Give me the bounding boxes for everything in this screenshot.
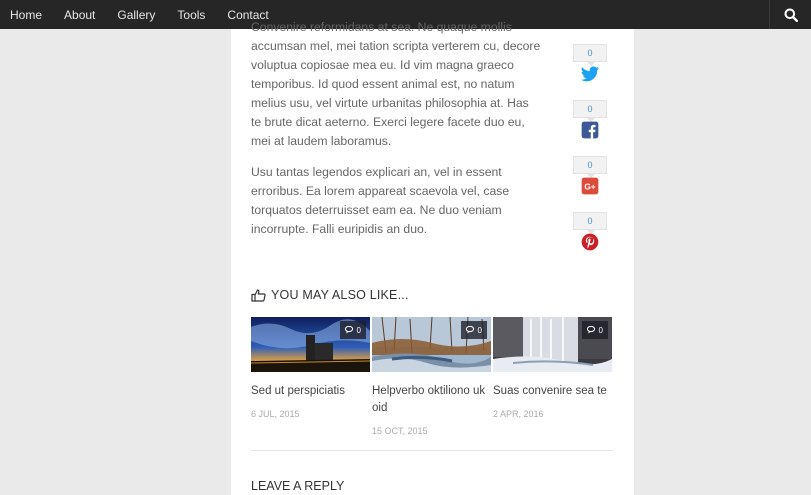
share-pinterest[interactable]: 0 bbox=[573, 212, 607, 268]
leave-reply-heading: LEAVE A REPLY bbox=[251, 479, 345, 493]
thumbs-up-icon bbox=[251, 288, 266, 302]
svg-text:G+: G+ bbox=[584, 181, 595, 191]
share-count: 0 bbox=[573, 100, 607, 122]
share-facebook[interactable]: 0 bbox=[573, 100, 607, 156]
pinterest-icon bbox=[581, 233, 599, 251]
nav-item-about[interactable]: About bbox=[64, 8, 95, 22]
related-post[interactable]: 0 Sed ut perspiciatis 6 JUL, 2015 bbox=[251, 317, 370, 419]
comments-icon bbox=[586, 326, 595, 334]
related-post-title[interactable]: Helpverbo oktiliono uk oid bbox=[372, 383, 491, 417]
google-plus-icon: G+ bbox=[581, 177, 599, 195]
related-post-title[interactable]: Sed ut perspiciatis bbox=[251, 383, 370, 400]
post-paragraph: Convenire reformidans at sea. Ne quaque … bbox=[251, 20, 541, 148]
share-twitter[interactable]: 0 bbox=[573, 44, 607, 100]
search-button[interactable] bbox=[769, 0, 811, 29]
related-posts-title: YOU MAY ALSO LIKE... bbox=[271, 288, 409, 302]
related-post-thumbnail[interactable]: 0 bbox=[251, 317, 370, 372]
share-count: 0 bbox=[573, 212, 607, 234]
post-content: Convenire reformidans at sea. Ne quaque … bbox=[231, 20, 634, 495]
related-post[interactable]: 0 Suas convenire sea te 2 APR, 2016 bbox=[493, 317, 612, 419]
twitter-icon bbox=[580, 66, 600, 82]
comments-icon bbox=[465, 326, 474, 334]
related-post-thumbnail[interactable]: 0 bbox=[493, 317, 612, 372]
post-body: Convenire reformidans at sea. Ne quaque … bbox=[251, 20, 541, 251]
related-post-title[interactable]: Suas convenire sea te bbox=[493, 383, 612, 400]
nav-item-tools[interactable]: Tools bbox=[177, 8, 205, 22]
related-post[interactable]: 0 Helpverbo oktiliono uk oid 15 OCT, 201… bbox=[372, 317, 491, 436]
comment-count-badge: 0 bbox=[581, 321, 608, 339]
post-paragraph-cut-line: Convenire reformidans at sea. Ne quaque … bbox=[251, 20, 512, 34]
related-posts-heading: YOU MAY ALSO LIKE... bbox=[251, 288, 409, 302]
share-count: 0 bbox=[573, 156, 607, 178]
comments-icon bbox=[344, 326, 353, 334]
related-post-date: 2 APR, 2016 bbox=[493, 409, 544, 419]
nav-item-gallery[interactable]: Gallery bbox=[117, 8, 155, 22]
comment-count-badge: 0 bbox=[460, 321, 487, 339]
nav-item-home[interactable]: Home bbox=[10, 8, 42, 22]
post-paragraph: Usu tantas legendos explicari an, vel in… bbox=[251, 165, 510, 236]
comment-count-badge: 0 bbox=[339, 321, 366, 339]
share-count: 0 bbox=[573, 44, 607, 66]
share-bar: 0 0 0 G+ 0 bbox=[573, 44, 607, 268]
share-google-plus[interactable]: 0 G+ bbox=[573, 156, 607, 212]
related-post-thumbnail[interactable]: 0 bbox=[372, 317, 491, 372]
related-post-date: 6 JUL, 2015 bbox=[251, 409, 300, 419]
search-icon bbox=[784, 8, 798, 22]
nav-menu: Home About Gallery Tools Contact bbox=[0, 0, 291, 29]
related-post-date: 15 OCT, 2015 bbox=[372, 426, 428, 436]
section-divider bbox=[251, 450, 613, 451]
facebook-icon bbox=[581, 121, 599, 139]
